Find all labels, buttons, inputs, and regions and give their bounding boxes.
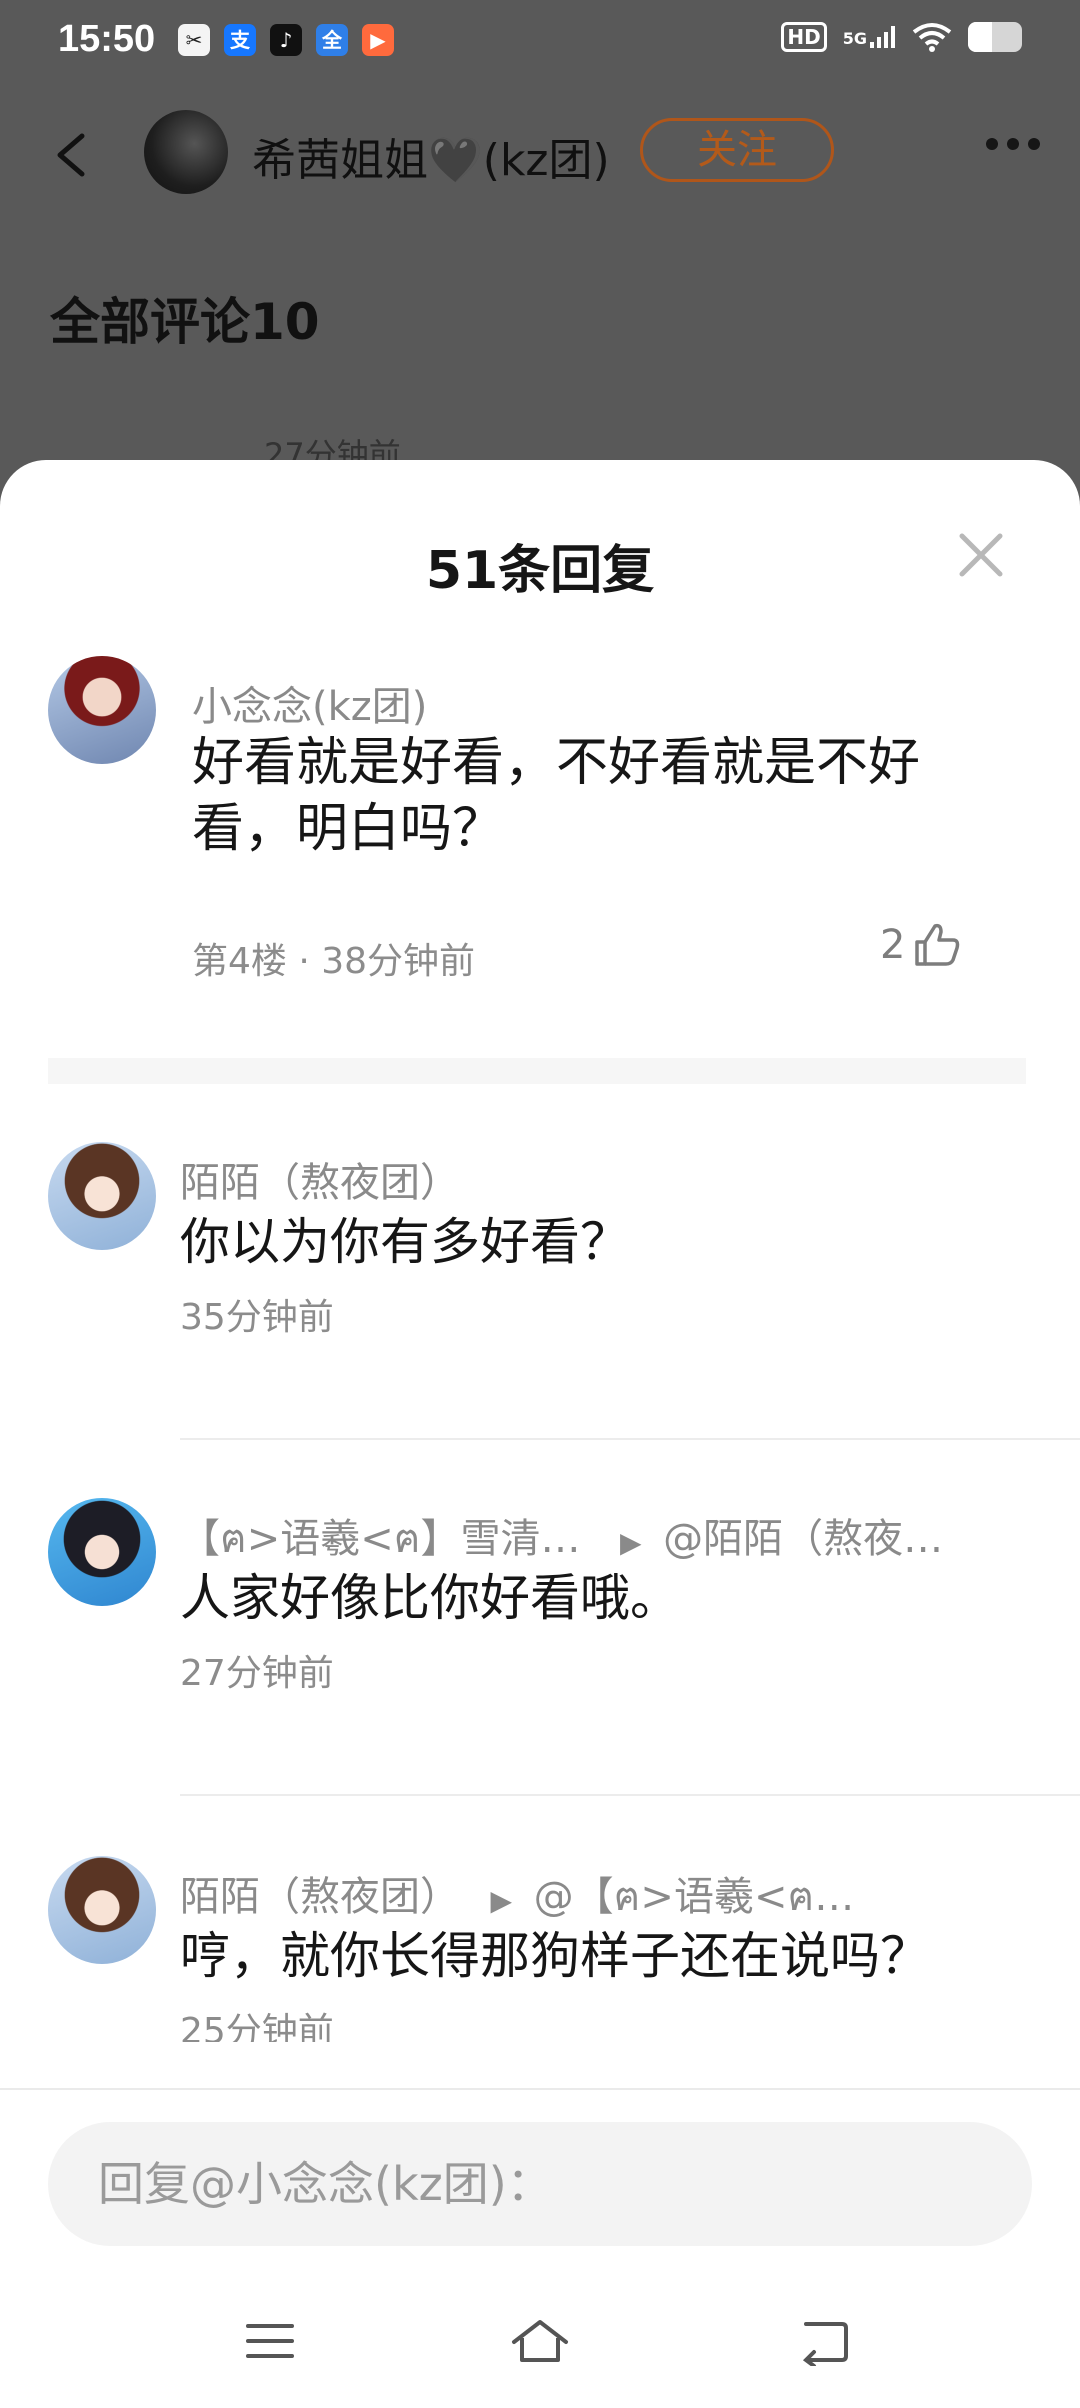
reply-author[interactable]: 陌陌（熬夜团） [180,1874,460,1920]
close-icon[interactable] [956,530,1006,580]
reply-time: 27分钟前 [180,1653,334,1694]
status-bar: 15:50 ✂ 支 ♪ 全 ▶ HD 5G [0,0,1080,84]
home-icon[interactable] [510,2316,570,2366]
author-name[interactable]: 希茜姐姐🖤(kz团) [252,124,610,188]
reply-time: 25分钟前 [180,2011,334,2042]
reply-item[interactable]: 陌陌（熬夜团） ▶ @【ฅ>语羲<ฅ… 哼，就你长得那狗样子还在说吗？ 25分钟… [0,1856,1080,2076]
author-avatar[interactable] [144,110,228,194]
more-dots-icon[interactable] [986,138,1040,150]
section-divider [48,1058,1026,1084]
avatar[interactable] [48,1142,156,1250]
reply-to-arrow-icon: ▶ [593,1526,651,1559]
reply-author-name[interactable]: 陌陌（熬夜团） [180,1150,460,1208]
notification-icons: ✂ 支 ♪ 全 ▶ [178,24,394,56]
signal-icon: 5G [843,26,896,48]
reply-author[interactable]: 【ฅ>语羲<ฅ】雪清… [180,1516,581,1562]
capcut-notification-icon: ✂ [178,24,210,56]
reply-target[interactable]: @陌陌（熬夜… [663,1516,943,1562]
follow-button[interactable]: 关注 [640,118,834,182]
avatar[interactable] [48,656,156,764]
like-button[interactable]: 2 [880,922,961,968]
reply-text: 哼，就你长得那狗样子还在说吗？ [180,1927,930,1985]
app-notification-icon: 全 [316,24,348,56]
reply-to-arrow-icon: ▶ [472,1884,521,1917]
comment-text: 好看就是好看，不好看就是不好看，明白吗？ [192,733,921,859]
like-count: 2 [880,922,906,968]
reply-item[interactable]: 【ฅ>语羲<ฅ】雪清… ▶ @陌陌（熬夜… 人家好像比你好看哦。 27分钟前 [0,1498,1080,1738]
tiktok-notification-icon: ♪ [270,24,302,56]
avatar[interactable] [48,1498,156,1606]
sheet-title: 51条回复 [425,541,655,601]
alipay-notification-icon: 支 [224,24,256,56]
hd-icon: HD [781,22,827,52]
system-nav-bar [0,2270,1080,2408]
comment-meta: 第4楼 · 38分钟前 [192,941,476,982]
reply-divider [180,1438,1080,1440]
main-comment[interactable]: 小念念(kz团) 好看就是好看，不好看就是不好看，明白吗？ 第4楼 · 38分钟… [0,656,1080,982]
back-arrow-icon[interactable] [50,130,94,180]
battery-icon [968,22,1022,52]
replies-sheet: 51条回复 小念念(kz团) 好看就是好看，不好看就是不好看，明白吗？ 第4楼 … [0,460,1080,2408]
commenter-name[interactable]: 小念念(kz团) [192,674,427,732]
back-icon[interactable] [796,2316,856,2366]
reply-divider [180,1794,1080,1796]
reply-text: 人家好像比你好看哦。 [180,1569,680,1627]
thumbs-up-icon [915,923,960,966]
reply-target[interactable]: @【ฅ>语羲<ฅ… [534,1874,855,1920]
menu-icon[interactable] [240,2316,300,2366]
reply-item[interactable]: 陌陌（熬夜团） 你以为你有多好看？ 35分钟前 [0,1142,1080,1382]
background-post-page: 15:50 ✂ 支 ♪ 全 ▶ HD 5G 希茜姐姐🖤(kz团) 关注 全部评论… [0,0,1080,480]
reply-bar-divider [0,2088,1080,2090]
screen: 15:50 ✂ 支 ♪ 全 ▶ HD 5G 希茜姐姐🖤(kz团) 关注 全部评论… [0,0,1080,2408]
status-time: 15:50 [58,18,156,60]
wifi-icon [912,23,952,52]
reply-input[interactable] [48,2122,1032,2246]
comments-section-title: 全部评论10 [50,293,320,351]
reply-text: 你以为你有多好看？ [180,1213,630,1271]
video-notification-icon: ▶ [362,24,394,56]
avatar[interactable] [48,1856,156,1964]
system-icons: HD 5G [781,22,1022,52]
reply-time: 35分钟前 [180,1297,334,1338]
